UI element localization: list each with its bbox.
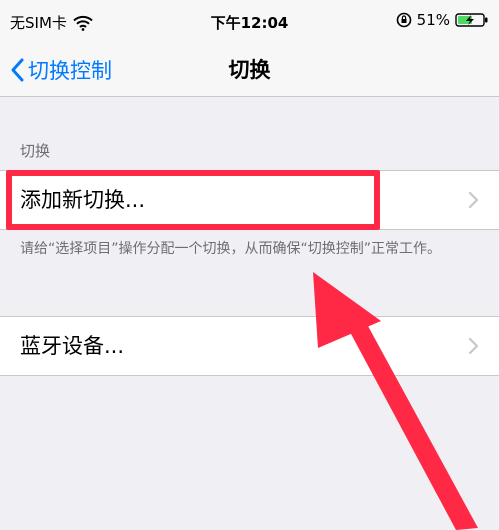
bluetooth-devices-label: 蓝牙设备...	[20, 334, 125, 358]
highlight-box-annotation	[6, 170, 380, 230]
chevron-right-icon	[468, 191, 479, 209]
page-title: 切换	[228, 58, 271, 82]
section-footer-note: 请给“选择项目”操作分配一个切换，从而确保“切换控制”正常工作。	[20, 241, 442, 257]
section-header: 切换	[20, 142, 51, 160]
battery-charging-icon	[455, 13, 488, 27]
status-bar: 无SIM卡 下午12:04 51%	[0, 0, 499, 44]
lock-rotation-icon	[396, 12, 411, 28]
battery-percent: 51%	[416, 11, 450, 29]
status-right: 51%	[396, 11, 489, 29]
navigation-bar: 切换控制 切换	[0, 44, 499, 97]
chevron-right-icon	[468, 337, 479, 355]
bluetooth-devices-cell[interactable]: 蓝牙设备...	[0, 316, 499, 376]
